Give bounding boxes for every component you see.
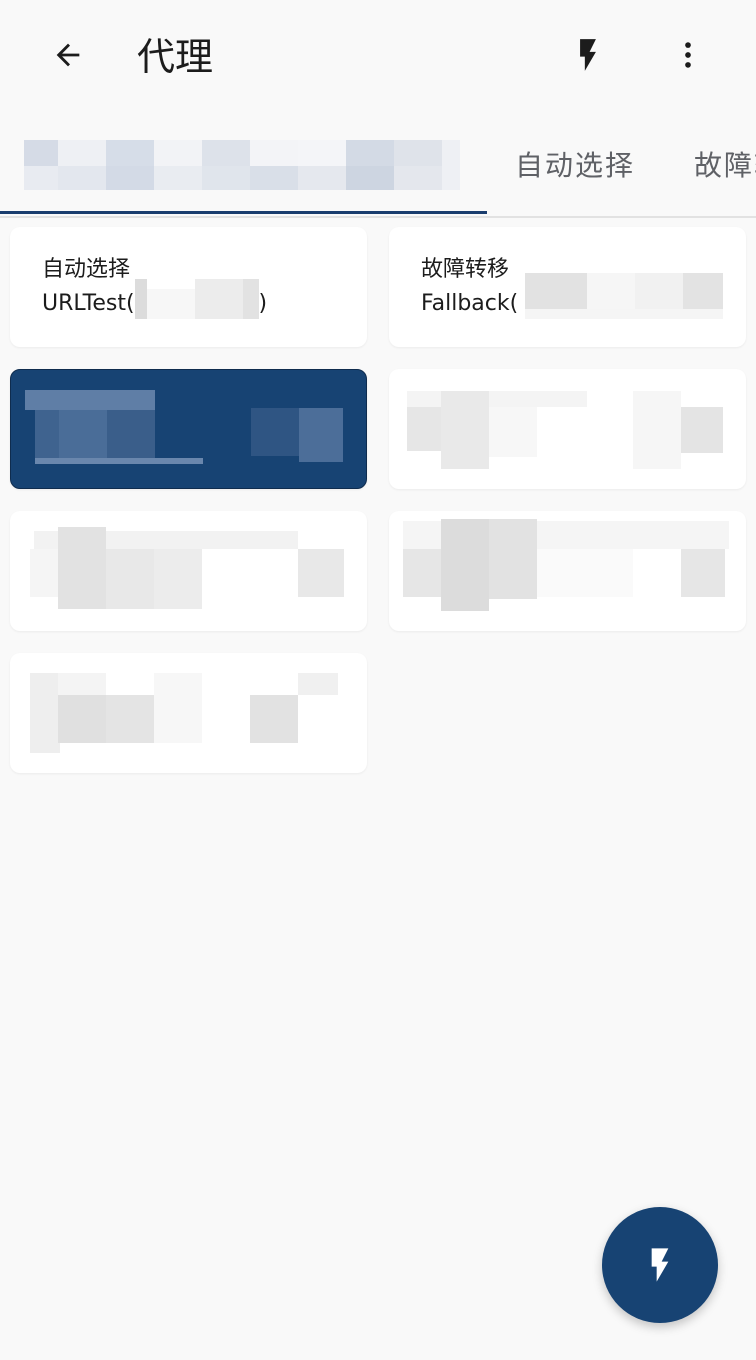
flash-icon (580, 39, 596, 71)
proxy-group-card[interactable] (10, 511, 367, 631)
proxy-group-card[interactable] (389, 369, 746, 489)
redacted-tab-label (24, 140, 460, 190)
group-type-close: ) (258, 291, 268, 316)
proxy-group-card[interactable] (10, 653, 367, 773)
more-options-button[interactable] (660, 27, 716, 83)
page-title: 代理 (137, 35, 214, 79)
arrow-back-icon (56, 43, 80, 67)
group-type: Fallback( (421, 291, 518, 316)
more-vert-icon (685, 42, 691, 68)
test-all-latency-fab[interactable] (602, 1207, 718, 1323)
proxy-group-card-selected[interactable] (10, 369, 367, 489)
group-name: 故障转移 (421, 257, 510, 282)
proxy-group-card-auto-select[interactable]: 自动选择 URLTest() (10, 227, 367, 347)
flash-icon (651, 1248, 669, 1282)
top-app-bar: 代理 (0, 0, 756, 112)
proxy-group-tabs: 自动选择 故障转移 (0, 112, 756, 218)
proxy-group-card[interactable] (389, 511, 746, 631)
group-type-label: Fallback( (421, 291, 519, 316)
tab-selected-group[interactable] (0, 112, 487, 216)
proxy-group-card-fallback[interactable]: 故障转移 Fallback( (389, 227, 746, 347)
tab-auto-select[interactable]: 自动选择 (515, 112, 635, 216)
group-name: 自动选择 (42, 257, 131, 282)
latency-test-button[interactable] (560, 27, 616, 83)
tab-indicator (0, 211, 487, 214)
tab-fallback[interactable]: 故障转移 (694, 112, 756, 216)
group-type: URLTest() (42, 279, 268, 319)
group-type-label: URLTest( (42, 291, 135, 316)
redacted-current-proxy (134, 279, 259, 319)
back-button[interactable] (40, 27, 96, 83)
